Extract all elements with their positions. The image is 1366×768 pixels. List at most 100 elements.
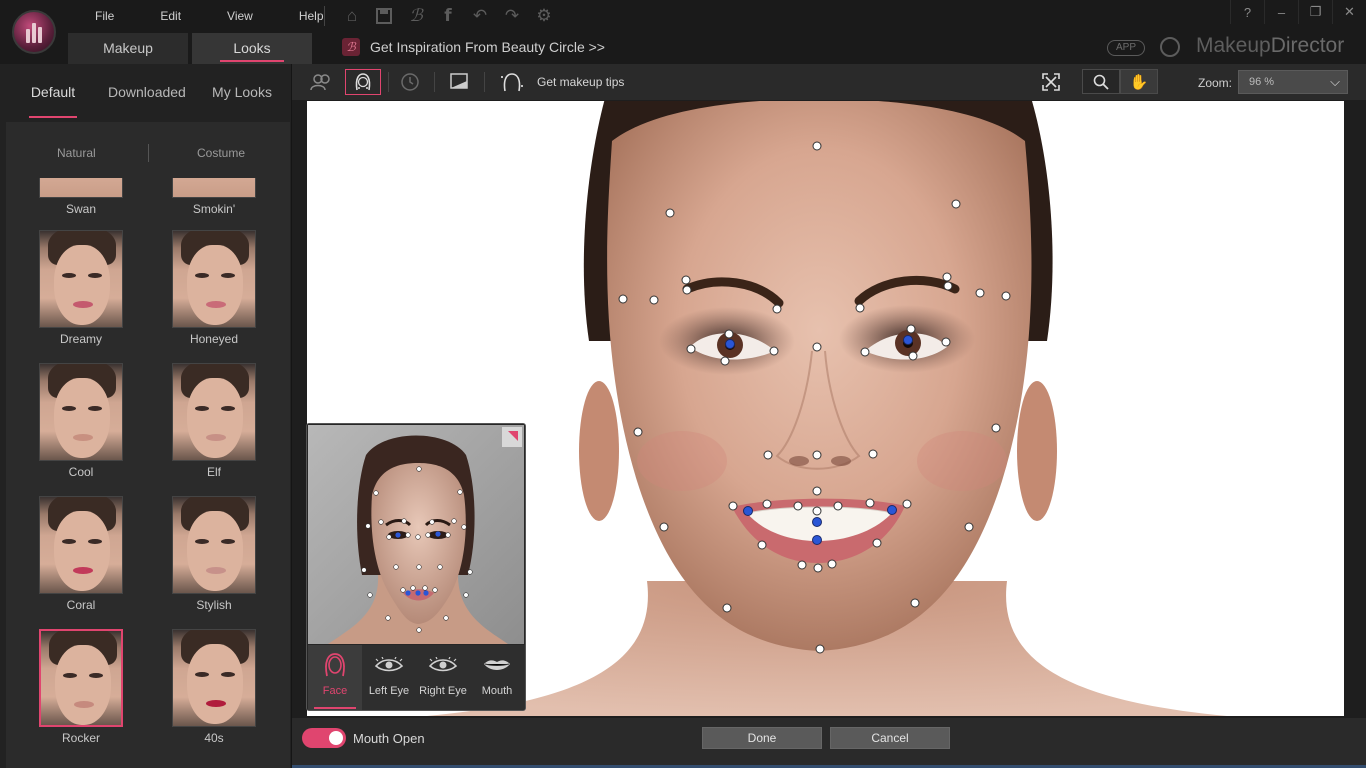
- cancel-button[interactable]: Cancel: [830, 727, 950, 749]
- landmark-point[interactable]: [815, 644, 825, 654]
- landmark-point[interactable]: [762, 499, 772, 509]
- look-item[interactable]: 40s: [172, 629, 256, 745]
- tab-makeup[interactable]: Makeup: [68, 33, 188, 64]
- landmark-point[interactable]: [812, 141, 822, 151]
- feature-right-eye[interactable]: Right Eye: [416, 645, 470, 710]
- landmark-point[interactable]: [772, 304, 782, 314]
- done-button[interactable]: Done: [702, 727, 822, 749]
- notification-icon[interactable]: [1160, 37, 1180, 57]
- landmark-point[interactable]: [797, 560, 807, 570]
- landmark-point[interactable]: [942, 272, 952, 282]
- landmark-point[interactable]: [872, 538, 882, 548]
- landmark-point[interactable]: [681, 275, 691, 285]
- landmark-point[interactable]: [757, 540, 767, 550]
- landmark-point[interactable]: [833, 501, 843, 511]
- landmark-point[interactable]: [827, 559, 837, 569]
- look-item[interactable]: Cool: [39, 363, 123, 479]
- zoom-select[interactable]: 96 % ⌵: [1238, 70, 1348, 94]
- look-item[interactable]: Stylish: [172, 496, 256, 612]
- category-costume[interactable]: Costume: [197, 146, 245, 160]
- landmark-anchor-point[interactable]: [812, 535, 822, 545]
- feature-mouth[interactable]: Mouth: [470, 645, 524, 710]
- save-icon[interactable]: [372, 4, 396, 28]
- landmark-point[interactable]: [728, 501, 738, 511]
- landmark-anchor-point[interactable]: [887, 505, 897, 515]
- landmark-anchor-point[interactable]: [725, 339, 735, 349]
- feature-left-eye[interactable]: Left Eye: [362, 645, 416, 710]
- look-item[interactable]: Dreamy: [39, 230, 123, 346]
- landmark-point[interactable]: [860, 347, 870, 357]
- beauty-circle-icon[interactable]: ℬ: [404, 4, 428, 28]
- landmark-point[interactable]: [902, 499, 912, 509]
- tab-default[interactable]: Default: [29, 64, 77, 120]
- compare-faces-icon[interactable]: [304, 68, 338, 96]
- menu-edit[interactable]: Edit: [137, 0, 204, 32]
- gear-icon[interactable]: ⚙: [532, 4, 556, 28]
- landmark-point[interactable]: [868, 449, 878, 459]
- landmark-point[interactable]: [812, 486, 822, 496]
- landmark-point[interactable]: [813, 563, 823, 573]
- minimize-icon[interactable]: –: [1264, 0, 1298, 24]
- landmark-anchor-point[interactable]: [903, 335, 913, 345]
- landmark-point[interactable]: [665, 208, 675, 218]
- landmark-point[interactable]: [686, 344, 696, 354]
- landmark-point[interactable]: [975, 288, 985, 298]
- landmark-point[interactable]: [991, 423, 1001, 433]
- landmark-point[interactable]: [618, 294, 628, 304]
- landmark-point[interactable]: [906, 324, 916, 334]
- landmark-point[interactable]: [722, 603, 732, 613]
- split-view-icon[interactable]: [442, 68, 476, 96]
- look-item[interactable]: Coral: [39, 496, 123, 612]
- collapse-corner-icon[interactable]: [502, 427, 522, 447]
- tab-my-looks[interactable]: My Looks: [211, 64, 273, 120]
- landmark-point[interactable]: [769, 346, 779, 356]
- landmark-point[interactable]: [908, 351, 918, 361]
- landmark-point[interactable]: [964, 522, 974, 532]
- makeup-tips-label[interactable]: Get makeup tips: [537, 75, 624, 89]
- magnifier-icon[interactable]: [1082, 69, 1120, 94]
- menu-view[interactable]: View: [204, 0, 276, 32]
- landmark-point[interactable]: [1001, 291, 1011, 301]
- landmark-point[interactable]: [855, 303, 865, 313]
- face-preview-image[interactable]: [308, 425, 524, 644]
- help-icon[interactable]: ?: [1230, 0, 1264, 24]
- landmark-point[interactable]: [659, 522, 669, 532]
- fullscreen-icon[interactable]: [1034, 68, 1068, 96]
- look-item[interactable]: Honeyed: [172, 230, 256, 346]
- tab-downloaded[interactable]: Downloaded: [108, 64, 186, 120]
- undo-icon[interactable]: ↶: [468, 4, 492, 28]
- redo-icon[interactable]: ↷: [500, 4, 524, 28]
- face-landmark-icon[interactable]: [345, 69, 381, 95]
- landmark-point[interactable]: [941, 337, 951, 347]
- mouth-open-toggle[interactable]: [302, 728, 346, 748]
- landmark-point[interactable]: [812, 342, 822, 352]
- landmark-anchor-point[interactable]: [743, 506, 753, 516]
- landmark-point[interactable]: [812, 450, 822, 460]
- inspiration-link[interactable]: ℬ Get Inspiration From Beauty Circle >>: [342, 38, 605, 56]
- landmark-anchor-point[interactable]: [812, 517, 822, 527]
- landmark-point[interactable]: [812, 506, 822, 516]
- landmark-point[interactable]: [943, 281, 953, 291]
- category-natural[interactable]: Natural: [57, 146, 96, 160]
- landmark-point[interactable]: [951, 199, 961, 209]
- look-item[interactable]: Swan: [39, 178, 123, 216]
- landmark-point[interactable]: [865, 498, 875, 508]
- makeup-tips-icon[interactable]: [495, 68, 529, 96]
- landmark-point[interactable]: [682, 285, 692, 295]
- look-item[interactable]: Smokin': [172, 178, 256, 216]
- landmark-point[interactable]: [724, 329, 734, 339]
- look-item[interactable]: Elf: [172, 363, 256, 479]
- landmark-point[interactable]: [720, 356, 730, 366]
- landmark-point[interactable]: [910, 598, 920, 608]
- feature-face[interactable]: Face: [308, 645, 362, 710]
- close-icon[interactable]: ✕: [1332, 0, 1366, 24]
- history-icon[interactable]: [393, 68, 427, 96]
- landmark-point[interactable]: [633, 427, 643, 437]
- app-badge[interactable]: APP: [1107, 40, 1145, 56]
- menu-help[interactable]: Help: [276, 0, 347, 32]
- menu-file[interactable]: File: [72, 0, 137, 32]
- landmark-point[interactable]: [793, 501, 803, 511]
- restore-icon[interactable]: ❐: [1298, 0, 1332, 24]
- hand-pan-icon[interactable]: ✋: [1120, 69, 1158, 94]
- landmark-point[interactable]: [649, 295, 659, 305]
